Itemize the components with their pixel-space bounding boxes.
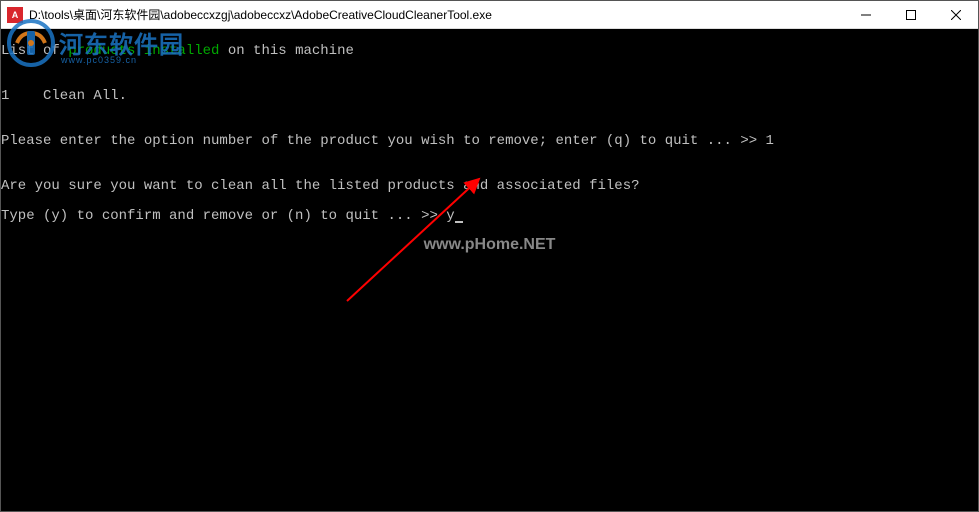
- maximize-button[interactable]: [888, 1, 933, 28]
- console-line: List of products installed on this machi…: [1, 44, 978, 59]
- console-line: Are you sure you want to clean all the l…: [1, 179, 978, 194]
- window-controls: [843, 1, 978, 28]
- close-button[interactable]: [933, 1, 978, 28]
- window-title: D:\tools\桌面\河东软件园\adobeccxzgj\adobeccxz\…: [29, 6, 843, 23]
- minimize-button[interactable]: [843, 1, 888, 28]
- app-icon: A: [7, 7, 23, 23]
- console-area[interactable]: List of products installed on this machi…: [1, 29, 978, 511]
- console-line: Please enter the option number of the pr…: [1, 134, 978, 149]
- console-line: 1 Clean All.: [1, 89, 978, 104]
- console-line: Type (y) to confirm and remove or (n) to…: [1, 209, 978, 224]
- titlebar: A D:\tools\桌面\河东软件园\adobeccxzgj\adobeccx…: [1, 1, 978, 29]
- text-cursor: [455, 221, 463, 223]
